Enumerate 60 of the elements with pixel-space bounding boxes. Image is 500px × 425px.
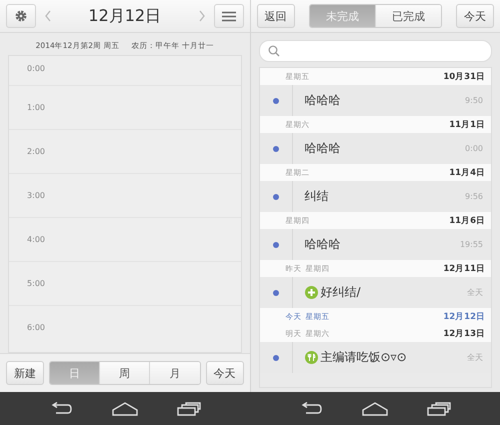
view-tab[interactable]: 周	[100, 362, 150, 384]
status-dot	[272, 98, 278, 104]
task-title: 好纠结/	[320, 284, 362, 301]
status-dot	[272, 242, 278, 248]
settings-icon	[14, 9, 28, 23]
status-dot	[272, 146, 278, 152]
back-button[interactable]: 返回	[256, 4, 294, 28]
settings-button[interactable]	[6, 4, 36, 28]
recent-apps-button[interactable]	[424, 400, 453, 418]
task-time: 19:55	[460, 240, 483, 249]
hour-label: 1:00	[26, 103, 46, 113]
menu-icon	[222, 10, 236, 22]
task-title: 哈哈哈	[304, 92, 342, 109]
date-label: 10月31日	[443, 70, 485, 82]
hour-label: 3:00	[26, 191, 46, 201]
date-label: 11月1日	[449, 118, 485, 130]
hour-label: 5:00	[26, 279, 46, 289]
task-title: 哈哈哈	[304, 236, 342, 253]
search-field[interactable]	[258, 40, 492, 62]
home-nav-button[interactable]	[110, 400, 140, 418]
status-dot	[272, 290, 278, 296]
view-tab[interactable]: 月	[150, 362, 200, 384]
today-button[interactable]: 今天	[206, 361, 244, 385]
chevron-right-icon	[198, 10, 206, 22]
back-icon	[299, 402, 324, 416]
task-time: 0:00	[465, 144, 483, 153]
date-label: 12月11日	[443, 262, 485, 274]
menu-button[interactable]	[214, 4, 244, 28]
status-dot	[272, 354, 278, 360]
back-icon	[49, 402, 74, 416]
date-label: 11月6日	[449, 214, 485, 226]
task-title: 主编请吃饭⊙▿⊙	[320, 349, 408, 366]
fork-knife-icon	[304, 351, 318, 364]
hour-label: 4:00	[26, 235, 46, 245]
new-button[interactable]: 新建	[6, 361, 44, 385]
recent-apps-icon	[426, 402, 451, 416]
search-icon	[268, 45, 280, 57]
task-time: 9:50	[465, 96, 483, 105]
home-nav-button[interactable]	[360, 400, 390, 418]
home-icon	[362, 402, 388, 416]
chevron-left-icon	[44, 10, 52, 22]
filter-tab[interactable]: 已完成	[376, 5, 441, 27]
task-time: 全天	[467, 352, 483, 363]
hour-label: 2:00	[26, 147, 46, 157]
plus-icon	[304, 286, 318, 299]
hour-label: 6:00	[26, 323, 46, 333]
date-label: 12月12日	[443, 310, 485, 322]
recent-apps-icon	[176, 402, 201, 416]
hour-label: 0:00	[26, 64, 46, 74]
today-button[interactable]: 今天	[456, 4, 494, 28]
status-dot	[272, 194, 278, 200]
recent-apps-button[interactable]	[174, 400, 203, 418]
home-icon	[112, 402, 138, 416]
task-time: 9:56	[465, 192, 483, 201]
task-title: 哈哈哈	[304, 140, 342, 157]
date-title: 12月12日	[87, 6, 162, 26]
task-time: 全天	[467, 287, 483, 298]
task-title: 纠结	[304, 188, 330, 205]
date-label: 11月4日	[449, 166, 485, 178]
date-label: 12月13日	[443, 328, 485, 340]
